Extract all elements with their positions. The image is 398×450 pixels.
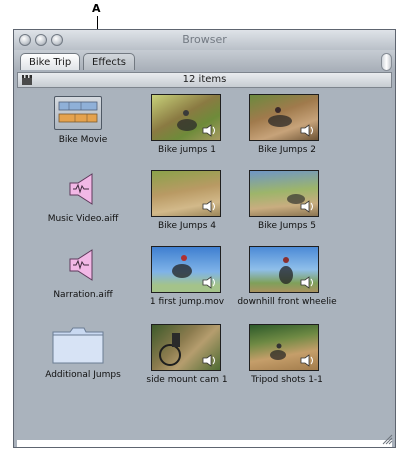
folder-icon (52, 327, 104, 364)
title-bar[interactable]: Browser (14, 30, 395, 51)
clip-thumbnail (249, 324, 319, 371)
list-item[interactable]: Bike Jumps 2 (237, 94, 337, 155)
browser-window: Browser Bike Trip Effects 12 items Bike … (13, 29, 396, 448)
tab-bike-trip[interactable]: Bike Trip (20, 53, 81, 70)
clip-thumbnail (151, 324, 221, 371)
window-title: Browser (182, 33, 227, 46)
speaker-icon (300, 276, 313, 289)
clip-thumbnail (249, 94, 319, 141)
list-item[interactable]: Music Video.aiff (33, 172, 133, 227)
list-item[interactable]: Additional Jumps (33, 326, 133, 386)
clip-thumbnail (151, 94, 221, 141)
audio-file-icon (69, 249, 93, 281)
item-label: Tripod shots 1-1 (251, 375, 323, 385)
list-item[interactable]: Bike jumps 1 (137, 94, 237, 155)
tab-bar: Bike Trip Effects (14, 50, 395, 70)
speaker-icon (300, 200, 313, 213)
list-item[interactable]: Bike Jumps 5 (237, 170, 337, 231)
item-count: 12 items (182, 74, 227, 85)
item-label: downhill front wheelie (237, 297, 337, 307)
speaker-icon (300, 354, 313, 367)
horizontal-scroll-area[interactable] (17, 440, 392, 447)
list-item[interactable]: Bike Jumps 4 (137, 170, 237, 231)
list-item[interactable]: Narration.aiff (33, 248, 133, 303)
callout-label: A (92, 2, 101, 15)
item-label: Bike Jumps 5 (257, 221, 317, 231)
speaker-icon (300, 124, 313, 137)
clip-thumbnail (151, 170, 221, 217)
clip-thumbnail (249, 170, 319, 217)
item-label: Bike Jumps 2 (257, 145, 317, 155)
list-item[interactable]: Tripod shots 1-1 (237, 324, 337, 385)
speaker-icon (202, 124, 215, 137)
clip-thumbnail (151, 246, 221, 293)
list-item[interactable]: Bike Movie (33, 96, 133, 151)
speaker-icon (202, 200, 215, 213)
list-item[interactable]: 1 first jump.mov (137, 246, 237, 307)
list-item[interactable]: downhill front wheelie (237, 246, 337, 307)
browser-content: Bike Movie Music Video.aiff Narration.ai… (17, 90, 392, 440)
speaker-icon (202, 276, 215, 289)
item-count-bar: 12 items (17, 72, 392, 88)
speaker-icon (202, 354, 215, 367)
scroll-up-capsule[interactable] (381, 53, 392, 71)
list-item[interactable]: side mount cam 1 (137, 324, 237, 385)
sequence-icon (54, 96, 102, 130)
resize-grip-icon[interactable] (381, 433, 393, 445)
audio-file-icon (69, 173, 93, 205)
clip-thumbnail (249, 246, 319, 293)
tab-effects[interactable]: Effects (83, 53, 135, 70)
item-label: Bike Movie (58, 135, 108, 145)
